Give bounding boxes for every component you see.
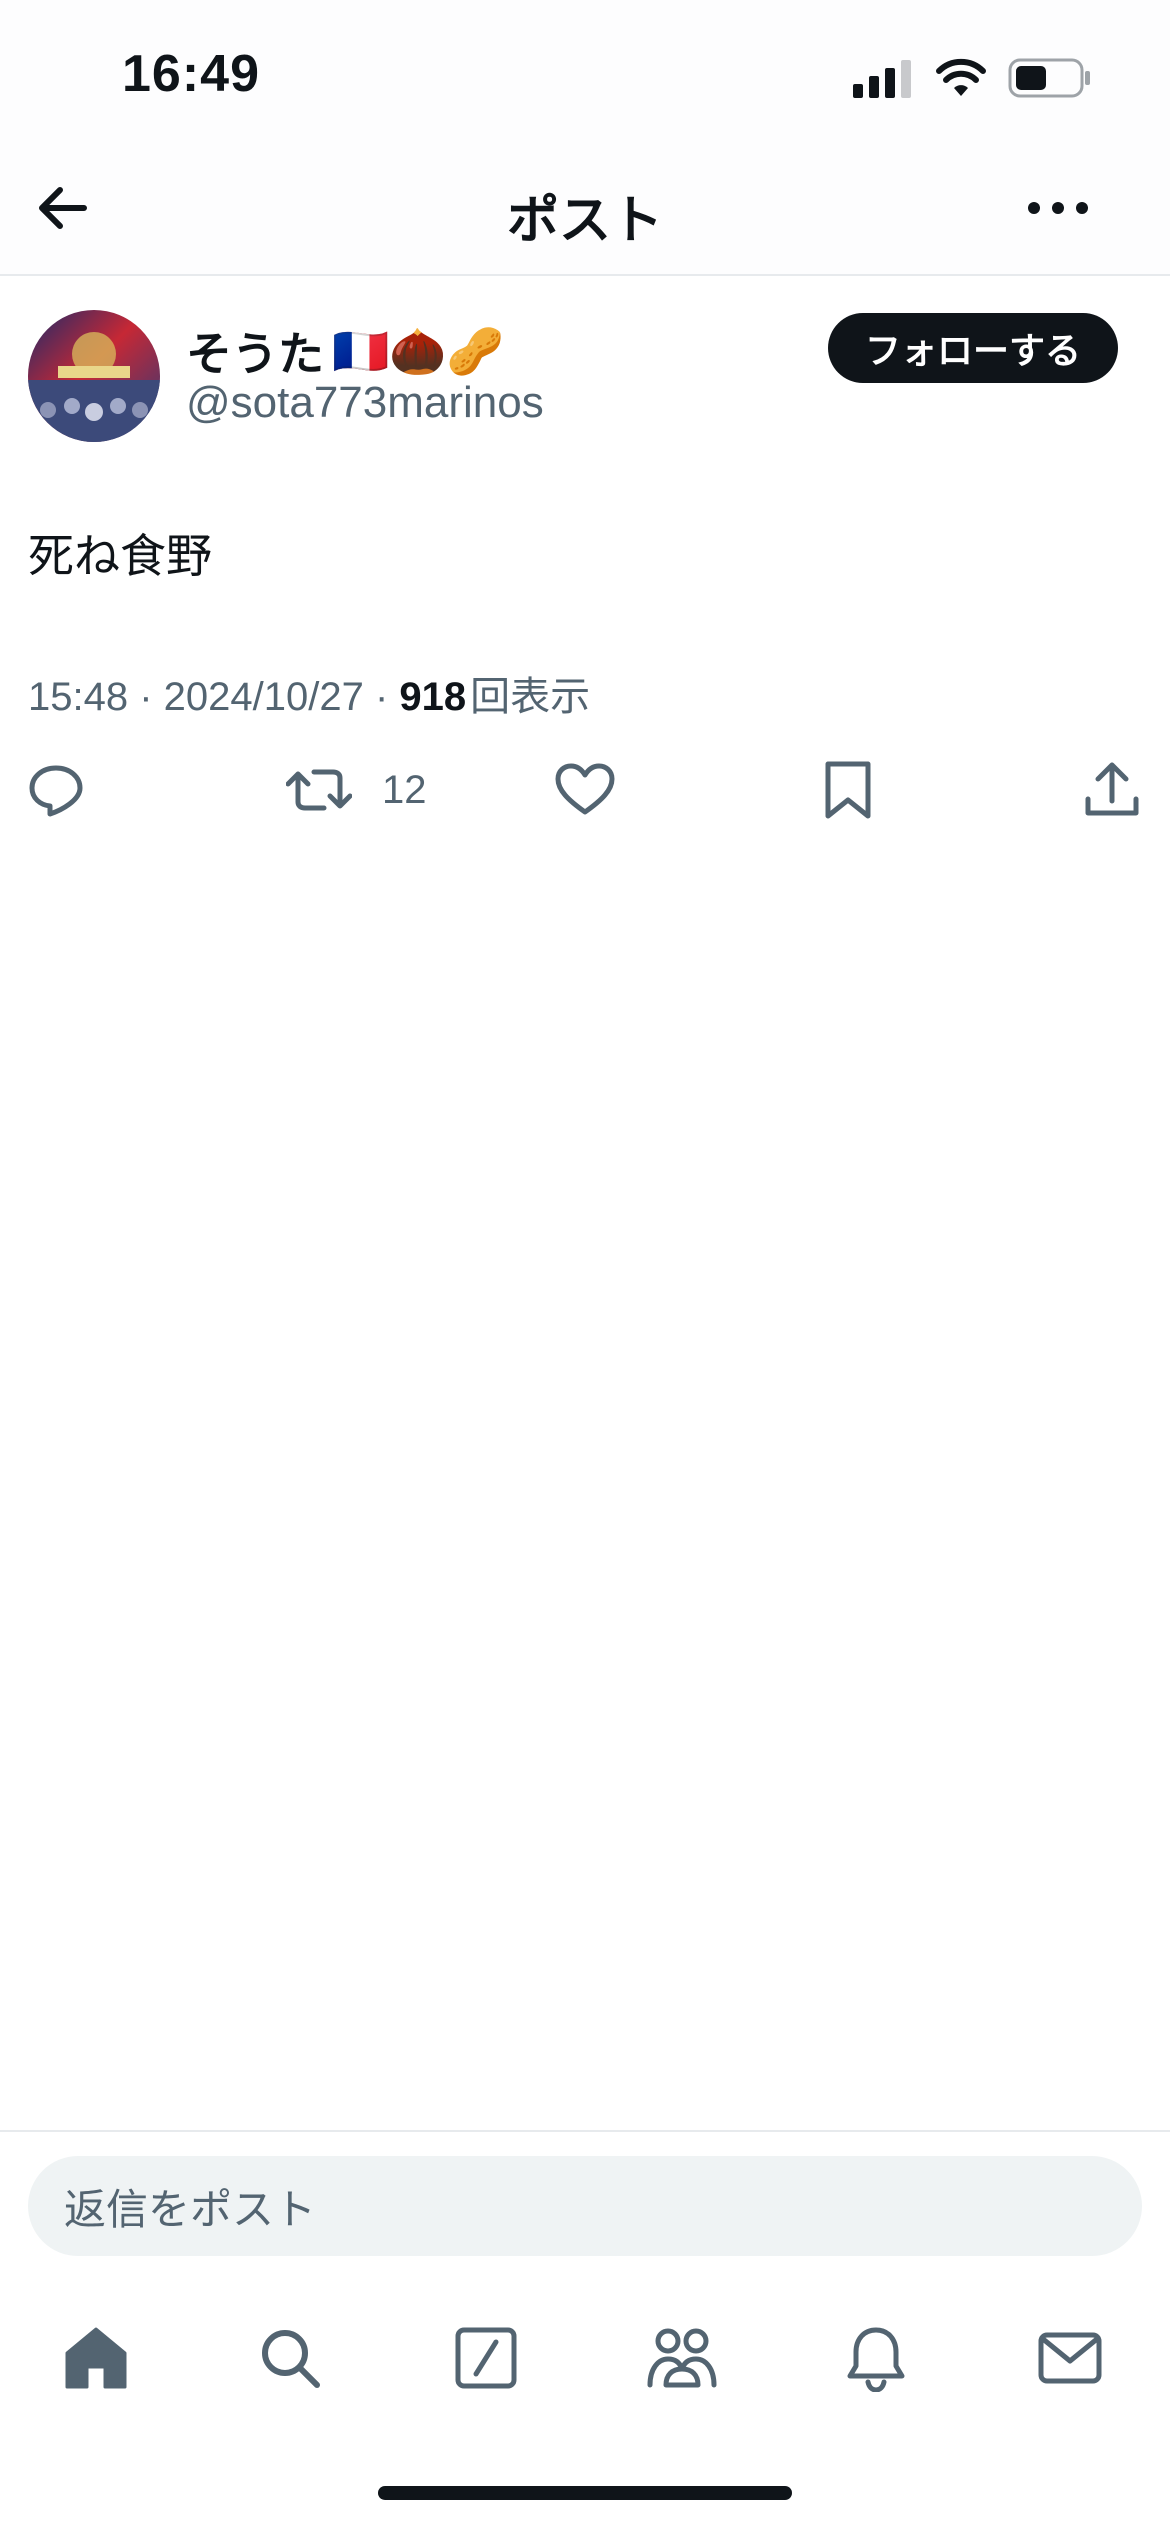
retweet-count: 12	[382, 767, 427, 812]
view-count: 918	[399, 675, 467, 719]
reply-input[interactable]: 返信をポスト	[28, 2156, 1142, 2256]
tab-search[interactable]	[250, 2318, 330, 2398]
tab-home[interactable]	[56, 2318, 136, 2398]
more-options-icon[interactable]	[1026, 194, 1090, 222]
battery-icon	[1008, 58, 1090, 98]
tab-messages[interactable]	[1030, 2318, 1110, 2398]
meta-separator: ·	[363, 675, 400, 719]
avatar[interactable]	[28, 310, 160, 442]
post-date[interactable]: 2024/10/27	[164, 675, 364, 719]
post-meta: 15:48 · 2024/10/27 · 918 回表示	[28, 664, 590, 722]
retweet-button[interactable]: 12	[286, 758, 427, 822]
page-title: ポスト	[506, 192, 663, 250]
divider	[0, 2130, 1170, 2132]
reply-icon	[29, 765, 83, 817]
home-indicator	[378, 2486, 792, 2500]
bookmark-icon	[825, 761, 871, 819]
home-icon	[65, 2327, 127, 2389]
heart-icon	[555, 763, 615, 815]
tab-grok[interactable]	[446, 2318, 526, 2398]
grok-icon	[455, 2327, 517, 2389]
share-icon	[1085, 762, 1139, 816]
author-name[interactable]: そうた 🇫🇷🌰🥜	[186, 318, 504, 384]
notifications-icon	[847, 2327, 905, 2392]
author-handle[interactable]: @sota773marinos	[186, 378, 544, 428]
nav-bar: ポスト	[0, 140, 1170, 276]
author-display-name: そうた	[186, 328, 324, 380]
status-bar: 16:49	[0, 0, 1170, 140]
view-count-label: 回表示	[470, 675, 591, 719]
communities-icon	[647, 2328, 717, 2388]
wifi-icon	[936, 58, 986, 96]
follow-button[interactable]: フォローする	[828, 313, 1118, 383]
post-time[interactable]: 15:48	[28, 675, 128, 719]
bookmark-button[interactable]	[820, 758, 876, 822]
cellular-signal-icon	[853, 60, 911, 98]
retweet-icon	[286, 769, 352, 811]
post-text: 死ね食野	[28, 530, 212, 582]
tab-notifications[interactable]	[836, 2318, 916, 2398]
reply-button[interactable]	[26, 758, 86, 822]
meta-separator: ·	[128, 675, 164, 719]
status-time: 16:49	[122, 45, 260, 103]
search-icon	[262, 2330, 320, 2388]
messages-icon	[1038, 2332, 1102, 2384]
author-name-emojis: 🇫🇷🌰🥜	[332, 323, 504, 378]
share-button[interactable]	[1082, 758, 1142, 822]
like-button[interactable]	[554, 758, 616, 822]
tab-communities[interactable]	[642, 2318, 722, 2398]
